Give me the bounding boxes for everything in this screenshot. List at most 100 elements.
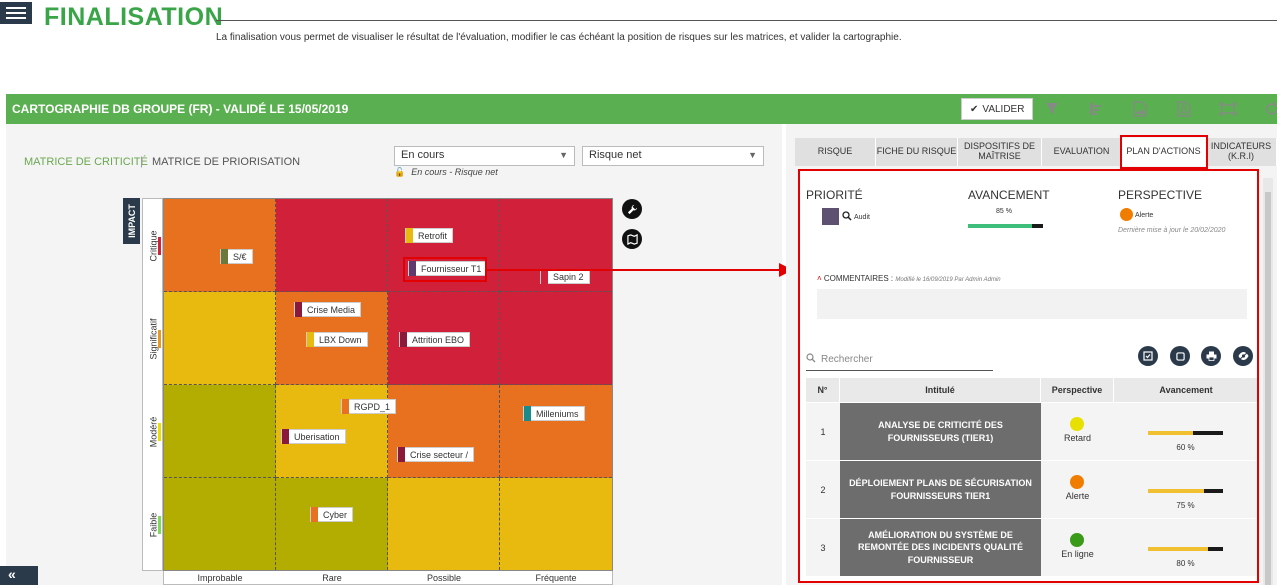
risk-tag[interactable]: Uberisation <box>281 429 346 444</box>
risk-color-swatch <box>342 399 349 414</box>
scrollbar-thumb[interactable] <box>1265 192 1271 585</box>
cell-faible-improbable <box>164 478 276 570</box>
tab-indicateurs-kri[interactable]: INDICATEURS (K.R.I) <box>1206 138 1277 166</box>
x-label-improbable: Improbable <box>197 573 243 583</box>
risk-color-swatch <box>524 406 531 421</box>
risk-tag[interactable]: RGPD_1 <box>341 399 397 414</box>
tab-evaluation[interactable]: EVALUATION <box>1042 138 1122 166</box>
status-select-value: En cours <box>401 149 445 161</box>
pdf-export-icon[interactable] <box>1174 99 1194 119</box>
menu-icon[interactable] <box>0 2 32 24</box>
status-dot <box>1070 533 1084 547</box>
risk-tag[interactable]: Sapin 2 <box>540 269 590 284</box>
priority-tag: Audit <box>842 208 870 226</box>
risk-tag[interactable]: LBX Down <box>306 332 368 347</box>
table-row[interactable]: 1 ANALYSE DE CRITICITÉ DES FOURNISSEURS … <box>806 403 1257 460</box>
perspective-status-dot <box>1120 208 1133 221</box>
row-status: Retard <box>1063 433 1091 443</box>
risk-color-swatch <box>400 332 407 347</box>
risk-type-select[interactable]: Risque net ▼ <box>582 146 764 166</box>
row-status: En ligne <box>1061 549 1094 559</box>
collapse-panel-button[interactable]: « <box>0 566 38 585</box>
row-num: 2 <box>806 461 840 518</box>
lock-note: 🔓 En cours - Risque net <box>394 167 498 178</box>
refresh-icon[interactable] <box>1262 99 1277 119</box>
cell-significatif-improbable <box>164 292 276 385</box>
row-progress-bar <box>1148 431 1223 435</box>
cartography-title: CARTOGRAPHIE DB GROUPE (FR) - VALIDÉ LE … <box>12 102 349 116</box>
priority-swatch <box>822 208 839 225</box>
checklist-icon[interactable] <box>1138 346 1158 366</box>
tab-matrice-criticite[interactable]: MATRICE DE CRITICITÉ <box>24 156 148 168</box>
row-avancement: 60 % <box>1114 403 1257 460</box>
risk-tag[interactable]: Cyber <box>310 507 354 522</box>
col-header-intitule[interactable]: Intitulé <box>840 378 1041 402</box>
comments-label: COMMENTAIRES : <box>823 274 894 283</box>
search-placeholder: Rechercher <box>821 354 873 365</box>
wrench-icon[interactable] <box>622 199 642 219</box>
row-num: 3 <box>806 519 840 576</box>
row-title: ANALYSE DE CRITICITÉ DES FOURNISSEURS (T… <box>840 403 1041 460</box>
hierarchy-icon[interactable] <box>1086 99 1106 119</box>
comments-meta: Modifié le 16/09/2019 Par Admin Admin <box>895 277 1001 283</box>
col-header-num[interactable]: N° <box>806 378 840 402</box>
tab-risque[interactable]: RISQUE <box>795 138 876 166</box>
tab-dispositifs-de-maitrise[interactable]: DISPOSITIFS DE MAÎTRISE <box>958 138 1042 166</box>
filter-icon[interactable] <box>1042 99 1062 119</box>
risk-color-swatch <box>221 249 228 264</box>
map-icon[interactable] <box>622 229 642 249</box>
row-perspective: Alerte <box>1041 461 1114 518</box>
fit-screen-icon[interactable] <box>1218 99 1238 119</box>
cell-critique-rare <box>276 199 388 292</box>
unlock-icon[interactable]: 🔓 <box>394 167 405 177</box>
tab-fiche-du-risque[interactable]: FICHE DU RISQUE <box>876 138 958 166</box>
valider-button[interactable]: ✔ VALIDER <box>961 98 1034 120</box>
cell-significatif-frequente <box>500 292 612 385</box>
risk-tag[interactable]: Crise secteur / <box>397 447 475 462</box>
cell-critique-improbable <box>164 199 276 292</box>
col-header-avancement[interactable]: Avancement <box>1114 378 1257 402</box>
square-icon[interactable] <box>1170 346 1190 366</box>
eye-slash-icon[interactable] <box>1233 346 1253 366</box>
chevron-down-icon: ▼ <box>748 150 757 160</box>
y-tick-significatif <box>158 330 161 348</box>
comments-header: ˄ COMMENTAIRES : Modifié le 16/09/2019 P… <box>817 274 1001 283</box>
risk-tag[interactable]: Attrition EBO <box>399 332 471 347</box>
row-progress-label: 60 % <box>1176 443 1195 452</box>
y-tick-modere <box>158 423 161 441</box>
table-row[interactable]: 2 DÉPLOIEMENT PLANS DE SÉCURISATION FOUR… <box>806 461 1257 518</box>
risk-tag[interactable]: Milleniums <box>523 406 585 421</box>
search-icon <box>806 353 816 366</box>
plan-actions-content: PRIORITÉ Audit AVANCEMENT 85 % PERSPECTI… <box>800 171 1257 581</box>
tab-matrice-priorisation[interactable]: MATRICE DE PRIORISATION <box>152 156 300 168</box>
status-select[interactable]: En cours ▼ <box>394 146 575 166</box>
row-perspective: En ligne <box>1041 519 1114 576</box>
annotation-arrow <box>485 269 781 271</box>
comments-field[interactable] <box>817 289 1247 319</box>
row-progress-bar <box>1148 547 1223 551</box>
valider-label: VALIDER <box>982 103 1025 115</box>
panel-scrollbar[interactable] <box>1263 178 1273 585</box>
search-input[interactable]: Rechercher <box>806 349 993 371</box>
x-label-frequente: Fréquente <box>535 573 577 583</box>
image-export-icon[interactable] <box>1130 99 1150 119</box>
chevron-up-icon[interactable]: ˄ <box>817 274 822 283</box>
priorite-heading: PRIORITÉ <box>806 188 863 202</box>
risk-color-swatch <box>406 228 413 243</box>
risk-tag[interactable]: Retrofit <box>405 228 454 243</box>
risk-color-swatch <box>541 269 548 284</box>
risk-color-swatch <box>282 429 289 444</box>
title-divider <box>216 20 1277 21</box>
row-status: Alerte <box>1065 491 1090 501</box>
cell-faible-frequente <box>500 478 612 570</box>
risk-tag[interactable]: Crise Media <box>294 302 362 317</box>
print-icon[interactable] <box>1201 346 1221 366</box>
perspective-heading: PERSPECTIVE <box>1118 188 1203 202</box>
col-header-perspective[interactable]: Perspective <box>1041 378 1114 402</box>
table-row[interactable]: 3 AMÉLIORATION DU SYSTÈME DE REMONTÉE DE… <box>806 519 1257 576</box>
risk-tag[interactable]: S/€ <box>220 249 253 264</box>
page-subtitle: La finalisation vous permet de visualise… <box>216 32 902 43</box>
cartography-bar: CARTOGRAPHIE DB GROUPE (FR) - VALIDÉ LE … <box>6 94 1277 124</box>
matrix-panel: MATRICE DE CRITICITÉ | MATRICE DE PRIORI… <box>6 124 782 585</box>
row-progress-bar <box>1148 489 1223 493</box>
